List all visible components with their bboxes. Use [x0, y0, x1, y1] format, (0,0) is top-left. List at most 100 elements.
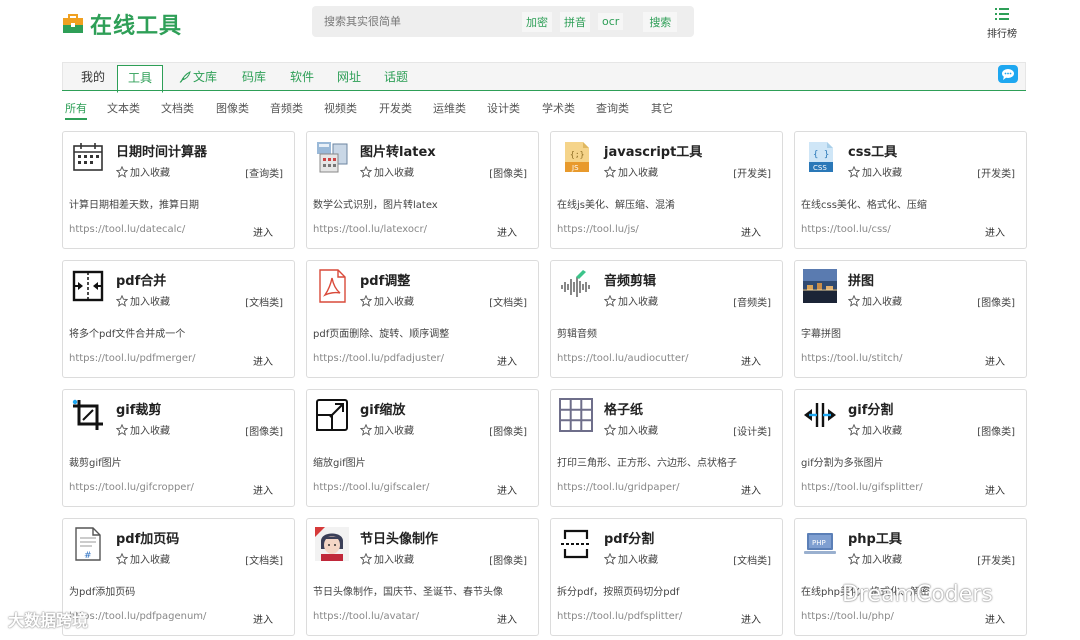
tab-code[interactable]: 码库: [242, 63, 266, 91]
search-input[interactable]: [312, 15, 522, 28]
site-logo[interactable]: 在线工具: [62, 8, 182, 40]
tool-title[interactable]: php工具: [848, 528, 902, 547]
enter-link[interactable]: 进入: [497, 224, 517, 239]
favorite-button[interactable]: 加入收藏: [848, 164, 902, 179]
tab-library[interactable]: 文库: [179, 63, 217, 91]
favorite-button[interactable]: 加入收藏: [848, 422, 902, 437]
category-academic[interactable]: 学术类: [542, 100, 575, 116]
tool-url[interactable]: https://tool.lu/gifscaler/: [313, 482, 429, 493]
tool-card[interactable]: 音频剪辑 加入收藏 [音频类] 剪辑音频 https://tool.lu/aud…: [550, 260, 783, 378]
tool-url[interactable]: https://tool.lu/css/: [801, 224, 891, 235]
tool-card[interactable]: PHP php工具 加入收藏 [开发类] 在线php美化、格式化、解密 http…: [794, 518, 1027, 636]
tool-title[interactable]: gif缩放: [360, 399, 405, 418]
tool-url[interactable]: https://tool.lu/php/: [801, 611, 894, 622]
tool-url[interactable]: https://tool.lu/gifcropper/: [69, 482, 194, 493]
tool-card[interactable]: pdf分割 加入收藏 [文档类] 拆分pdf，按照页码切分pdf https:/…: [550, 518, 783, 636]
tool-url[interactable]: https://tool.lu/pdfmerger/: [69, 353, 195, 364]
enter-link[interactable]: 进入: [253, 224, 273, 239]
enter-link[interactable]: 进入: [985, 224, 1005, 239]
category-video[interactable]: 视频类: [324, 100, 357, 116]
tool-url[interactable]: https://tool.lu/gridpaper/: [557, 482, 680, 493]
tool-title[interactable]: pdf合并: [116, 270, 166, 289]
tool-title[interactable]: gif裁剪: [116, 399, 161, 418]
tool-url[interactable]: https://tool.lu/pdfadjuster/: [313, 353, 444, 364]
rank-button[interactable]: 排行榜: [984, 8, 1020, 41]
tool-title[interactable]: 拼图: [848, 270, 874, 289]
favorite-button[interactable]: 加入收藏: [360, 164, 414, 179]
tool-title[interactable]: pdf分割: [604, 528, 654, 547]
enter-link[interactable]: 进入: [741, 224, 761, 239]
tab-topics[interactable]: 话题: [384, 63, 408, 91]
favorite-button[interactable]: 加入收藏: [848, 551, 902, 566]
tool-url[interactable]: https://tool.lu/pdfsplitter/: [557, 611, 682, 622]
category-other[interactable]: 其它: [651, 100, 673, 116]
tab-tools[interactable]: 工具: [117, 65, 164, 93]
category-query[interactable]: 查询类: [596, 100, 629, 116]
tool-url[interactable]: https://tool.lu/latexocr/: [313, 224, 427, 235]
tool-title[interactable]: gif分割: [848, 399, 893, 418]
favorite-button[interactable]: 加入收藏: [116, 551, 170, 566]
category-audio[interactable]: 音频类: [270, 100, 303, 116]
favorite-button[interactable]: 加入收藏: [360, 422, 414, 437]
enter-link[interactable]: 进入: [985, 482, 1005, 497]
tool-title[interactable]: javascript工具: [604, 141, 702, 160]
category-dev[interactable]: 开发类: [379, 100, 412, 116]
tool-title[interactable]: 图片转latex: [360, 141, 436, 160]
favorite-button[interactable]: 加入收藏: [848, 293, 902, 308]
enter-link[interactable]: 进入: [253, 353, 273, 368]
favorite-button[interactable]: 加入收藏: [604, 293, 658, 308]
tool-card[interactable]: { } CSS css工具 加入收藏 [开发类] 在线css美化、格式化、压缩 h…: [794, 131, 1027, 249]
tool-card[interactable]: 图片转latex 加入收藏 [图像类] 数学公式识别，图片转latex http…: [306, 131, 539, 249]
tool-card[interactable]: 格子纸 加入收藏 [设计类] 打印三角形、正方形、六边形、点状格子 https:…: [550, 389, 783, 507]
enter-link[interactable]: 进入: [497, 611, 517, 626]
tool-card[interactable]: 节日头像制作 加入收藏 [图像类] 节日头像制作，国庆节、圣诞节、春节头像 ht…: [306, 518, 539, 636]
enter-link[interactable]: 进入: [741, 611, 761, 626]
favorite-button[interactable]: 加入收藏: [604, 164, 658, 179]
enter-link[interactable]: 进入: [741, 353, 761, 368]
favorite-button[interactable]: 加入收藏: [360, 293, 414, 308]
tool-card[interactable]: # pdf加页码 加入收藏 [文档类] 为pdf添加页码 https://too…: [62, 518, 295, 636]
tool-url[interactable]: https://tool.lu/avatar/: [313, 611, 419, 622]
tab-software[interactable]: 软件: [290, 63, 314, 91]
tool-title[interactable]: 格子纸: [604, 399, 643, 418]
favorite-button[interactable]: 加入收藏: [116, 293, 170, 308]
tool-title[interactable]: 音频剪辑: [604, 270, 656, 289]
favorite-button[interactable]: 加入收藏: [116, 164, 170, 179]
category-image[interactable]: 图像类: [216, 100, 249, 116]
favorite-button[interactable]: 加入收藏: [604, 422, 658, 437]
tool-card[interactable]: 日期时间计算器 加入收藏 [查询类] 计算日期相差天数，推算日期 https:/…: [62, 131, 295, 249]
search-tag-ocr[interactable]: ocr: [598, 13, 624, 30]
favorite-button[interactable]: 加入收藏: [116, 422, 170, 437]
category-text[interactable]: 文本类: [107, 100, 140, 116]
tool-card[interactable]: gif缩放 加入收藏 [图像类] 缩放gif图片 https://tool.lu…: [306, 389, 539, 507]
search-tag-pinyin[interactable]: 拼音: [560, 11, 590, 32]
tool-card[interactable]: pdf调整 加入收藏 [文档类] pdf页面删除、旋转、顺序调整 https:/…: [306, 260, 539, 378]
search-button[interactable]: 搜索: [643, 11, 678, 32]
category-all[interactable]: 所有: [65, 100, 87, 120]
enter-link[interactable]: 进入: [985, 353, 1005, 368]
enter-link[interactable]: 进入: [253, 611, 273, 626]
enter-link[interactable]: 进入: [497, 482, 517, 497]
tool-url[interactable]: https://tool.lu/stitch/: [801, 353, 902, 364]
tool-card[interactable]: gif分割 加入收藏 [图像类] gif分割为多张图片 https://tool…: [794, 389, 1027, 507]
tab-websites[interactable]: 网址: [337, 63, 361, 91]
tool-title[interactable]: 日期时间计算器: [116, 141, 207, 160]
tool-title[interactable]: pdf调整: [360, 270, 410, 289]
enter-link[interactable]: 进入: [253, 482, 273, 497]
tool-title[interactable]: 节日头像制作: [360, 528, 438, 547]
tool-title[interactable]: css工具: [848, 141, 897, 160]
favorite-button[interactable]: 加入收藏: [604, 551, 658, 566]
tab-mine[interactable]: 我的: [81, 63, 105, 91]
tool-card[interactable]: gif裁剪 加入收藏 [图像类] 裁剪gif图片 https://tool.lu…: [62, 389, 295, 507]
enter-link[interactable]: 进入: [497, 353, 517, 368]
tool-url[interactable]: https://tool.lu/datecalc/: [69, 224, 185, 235]
favorite-button[interactable]: 加入收藏: [360, 551, 414, 566]
chat-button[interactable]: [998, 65, 1018, 83]
category-design[interactable]: 设计类: [487, 100, 520, 116]
tool-title[interactable]: pdf加页码: [116, 528, 179, 547]
category-ops[interactable]: 运维类: [433, 100, 466, 116]
tool-url[interactable]: https://tool.lu/audiocutter/: [557, 353, 688, 364]
tool-url[interactable]: https://tool.lu/js/: [557, 224, 639, 235]
category-document[interactable]: 文档类: [161, 100, 194, 116]
tool-card[interactable]: {;} JS javascript工具 加入收藏 [开发类] 在线js美化、解压缩…: [550, 131, 783, 249]
